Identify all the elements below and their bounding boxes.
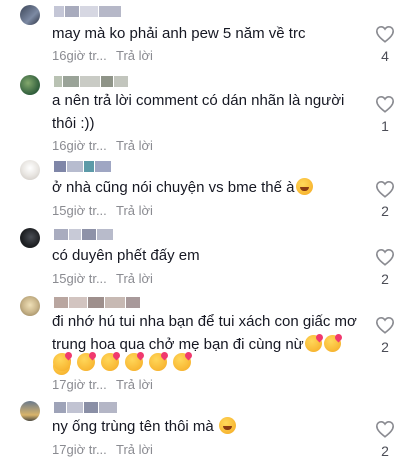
comment-meta: 17giờ tr... Trả lời bbox=[52, 377, 153, 392]
like-button[interactable]: 2 bbox=[372, 420, 398, 459]
comment-meta: 16giờ tr... Trả lời bbox=[52, 48, 153, 63]
avatar[interactable] bbox=[20, 228, 40, 248]
reply-button[interactable]: Trả lời bbox=[116, 48, 153, 63]
like-button[interactable]: 2 bbox=[372, 316, 398, 355]
reply-button[interactable]: Trả lời bbox=[116, 138, 153, 153]
comment-text: may mà ko phải anh pew 5 năm về trc bbox=[52, 25, 306, 42]
comment-text: có duyên phết đấy em bbox=[52, 247, 200, 264]
username-blurred[interactable] bbox=[54, 402, 117, 413]
username-blurred[interactable] bbox=[54, 161, 111, 172]
reply-button[interactable]: Trả lời bbox=[116, 271, 153, 286]
heart-outline-icon bbox=[375, 95, 395, 113]
like-button[interactable]: 2 bbox=[372, 180, 398, 219]
comment-time: 17giờ tr... bbox=[52, 377, 107, 392]
comment-meta: 16giờ tr... Trả lời bbox=[52, 138, 153, 153]
avatar[interactable] bbox=[20, 160, 40, 180]
heart-outline-icon bbox=[375, 248, 395, 266]
like-button[interactable]: 4 bbox=[372, 25, 398, 64]
reply-button[interactable]: Trả lời bbox=[116, 203, 153, 218]
username-blurred[interactable] bbox=[54, 6, 121, 17]
smiling-face-with-hearts-emoji-icon bbox=[101, 353, 119, 371]
laughing-emoji-icon bbox=[218, 417, 236, 434]
comment-meta: 15giờ tr... Trả lời bbox=[52, 271, 153, 286]
username-blurred[interactable] bbox=[54, 229, 113, 240]
smiling-face-with-hearts-emoji-icon bbox=[125, 353, 143, 371]
comment-meta: 15giờ tr... Trả lời bbox=[52, 203, 153, 218]
comment-time: 15giờ tr... bbox=[52, 203, 107, 218]
smiling-face-with-hearts-emoji-icon bbox=[77, 353, 95, 371]
like-count: 2 bbox=[381, 339, 389, 355]
comment-text-content: ở nhà cũng nói chuyện vs bme thế à bbox=[52, 179, 295, 196]
comment-time: 16giờ tr... bbox=[52, 48, 107, 63]
heart-outline-icon bbox=[375, 316, 395, 334]
laughing-emoji-icon bbox=[295, 178, 313, 195]
comment-text: ở nhà cũng nói chuyện vs bme thế à bbox=[52, 176, 357, 199]
avatar[interactable] bbox=[20, 75, 40, 95]
comment-time: 15giờ tr... bbox=[52, 271, 107, 286]
smiling-face-with-hearts-emoji-icon bbox=[53, 353, 71, 371]
comment-time: 16giờ tr... bbox=[52, 138, 107, 153]
heart-outline-icon bbox=[375, 180, 395, 198]
like-button[interactable]: 2 bbox=[372, 248, 398, 287]
like-count: 1 bbox=[381, 118, 389, 134]
avatar[interactable] bbox=[20, 5, 40, 25]
avatar[interactable] bbox=[20, 401, 40, 421]
username-blurred[interactable] bbox=[54, 76, 128, 87]
like-count: 4 bbox=[381, 48, 389, 64]
heart-outline-icon bbox=[375, 25, 395, 43]
username-blurred[interactable] bbox=[54, 297, 140, 308]
smiling-face-with-hearts-emoji-icon bbox=[323, 335, 341, 352]
reply-button[interactable]: Trả lời bbox=[116, 377, 153, 392]
heart-outline-icon bbox=[375, 420, 395, 438]
avatar[interactable] bbox=[20, 296, 40, 316]
comment-text: ny ống trùng tên thôi mà bbox=[52, 415, 357, 438]
like-count: 2 bbox=[381, 203, 389, 219]
like-count: 2 bbox=[381, 443, 389, 459]
comment-text: a nên trả lời comment có dán nhãn là ngư… bbox=[52, 92, 345, 132]
emoji-row bbox=[52, 353, 192, 371]
like-button[interactable]: 1 bbox=[372, 95, 398, 134]
smiling-face-with-hearts-emoji-icon bbox=[149, 353, 167, 371]
smiling-face-with-hearts-emoji-icon bbox=[173, 353, 191, 371]
like-count: 2 bbox=[381, 271, 389, 287]
smiling-face-with-hearts-emoji-icon bbox=[304, 335, 322, 352]
comment-text-content: ny ống trùng tên thôi mà bbox=[52, 418, 214, 435]
